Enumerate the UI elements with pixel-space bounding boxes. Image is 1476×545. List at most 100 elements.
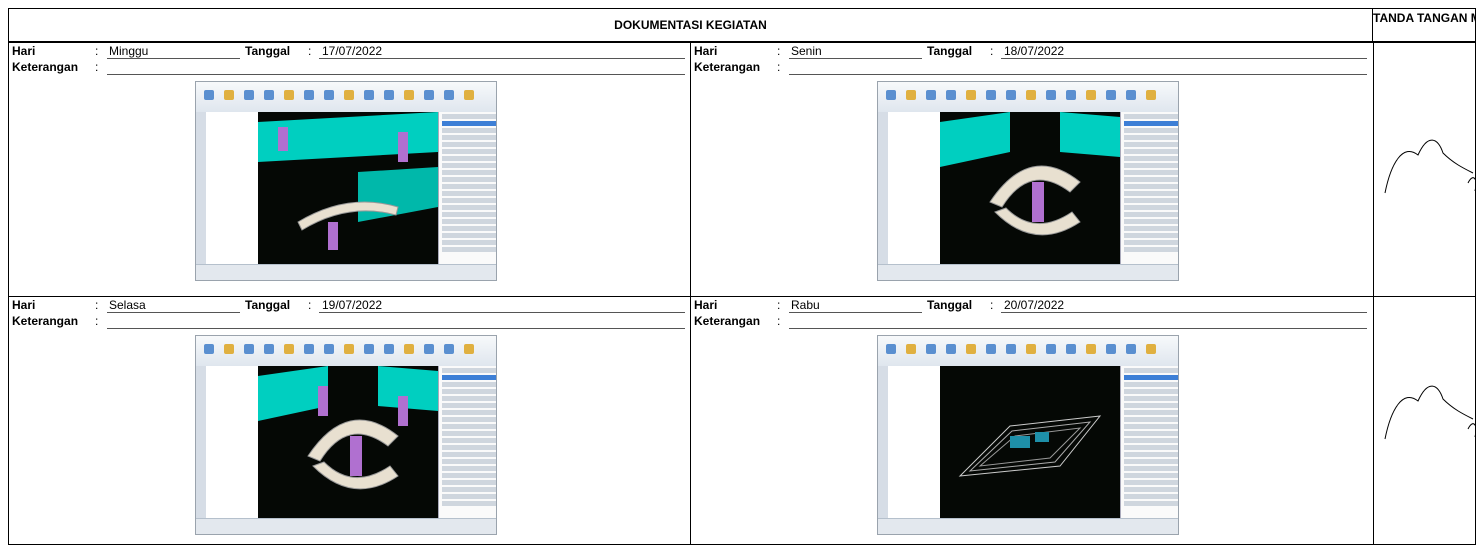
note-label: Keterangan xyxy=(694,314,761,328)
day-value: Minggu xyxy=(109,44,149,58)
date-underline xyxy=(1001,312,1367,313)
attribute-editor-panel xyxy=(1120,112,1178,267)
ribbon-tool-icon xyxy=(1126,90,1136,100)
date-label: Tanggal xyxy=(927,44,973,58)
entry-cell: Hari : Selasa Tanggal : 19/07/2022 Keter… xyxy=(8,296,691,545)
date-value: 20/07/2022 xyxy=(1004,298,1065,312)
ribbon-tool-icon xyxy=(444,90,454,100)
ribbon-tool-icon xyxy=(986,344,996,354)
app-status-bar xyxy=(878,518,1178,534)
ribbon-tool-icon xyxy=(364,344,374,354)
date-label: Tanggal xyxy=(245,44,291,58)
app-sidebar xyxy=(196,112,206,267)
ribbon-tool-icon xyxy=(304,344,314,354)
mentor-signature-cell xyxy=(1373,296,1476,545)
note-label: Keterangan xyxy=(12,60,79,74)
app-sidebar xyxy=(878,366,888,521)
colon: : xyxy=(308,298,312,312)
element-tree-panel xyxy=(888,112,941,267)
date-underline xyxy=(1001,58,1367,59)
day-underline xyxy=(789,58,922,59)
ribbon-tool-icon xyxy=(224,90,234,100)
ribbon-tool-icon xyxy=(424,90,434,100)
document-title: DOKUMENTASI KEGIATAN xyxy=(8,8,1373,42)
ribbon-tool-icon xyxy=(264,90,274,100)
ribbon-tool-icon xyxy=(244,90,254,100)
ribbon-tool-icon xyxy=(926,344,936,354)
documentation-sheet: DOKUMENTASI KEGIATAN TANDA TANGAN MENTOR… xyxy=(0,0,1476,545)
colon: : xyxy=(95,60,99,74)
app-status-bar xyxy=(196,264,496,280)
ribbon-tool-icon xyxy=(1086,90,1096,100)
3d-viewport xyxy=(940,112,1120,267)
ribbon-tool-icon xyxy=(344,344,354,354)
note-underline xyxy=(107,74,685,75)
ribbon-tool-icon xyxy=(1106,90,1116,100)
day-value: Selasa xyxy=(109,298,146,312)
colon: : xyxy=(777,44,781,58)
ribbon-tool-icon xyxy=(284,90,294,100)
ribbon-tool-icon xyxy=(886,344,896,354)
ribbon-tool-icon xyxy=(264,344,274,354)
colon: : xyxy=(95,44,99,58)
ribbon-tool-icon xyxy=(966,344,976,354)
ribbon-tool-icon xyxy=(1006,344,1016,354)
ribbon-tool-icon xyxy=(344,90,354,100)
colon: : xyxy=(990,44,994,58)
date-label: Tanggal xyxy=(245,298,291,312)
app-ribbon xyxy=(878,82,1178,113)
element-tree-panel xyxy=(888,366,941,521)
ribbon-tool-icon xyxy=(444,344,454,354)
element-tree-panel xyxy=(206,366,259,521)
ribbon-tool-icon xyxy=(966,90,976,100)
ribbon-tool-icon xyxy=(1046,90,1056,100)
ribbon-tool-icon xyxy=(906,90,916,100)
colon: : xyxy=(777,60,781,74)
ribbon-tool-icon xyxy=(204,344,214,354)
note-underline xyxy=(789,328,1367,329)
ribbon-tool-icon xyxy=(1146,90,1156,100)
ribbon-tool-icon xyxy=(1066,344,1076,354)
ribbon-tool-icon xyxy=(464,90,474,100)
signature-mark xyxy=(1384,139,1475,194)
app-status-bar xyxy=(878,264,1178,280)
signature-mark xyxy=(1384,385,1475,440)
ribbon-tool-icon xyxy=(946,90,956,100)
ribbon-tool-icon xyxy=(364,90,374,100)
attribute-editor-panel xyxy=(438,112,496,267)
ribbon-tool-icon xyxy=(404,90,414,100)
ribbon-tool-icon xyxy=(1126,344,1136,354)
app-ribbon xyxy=(878,336,1178,367)
ribbon-tool-icon xyxy=(424,344,434,354)
entry-cell: Hari : Senin Tanggal : 18/07/2022 Ketera… xyxy=(690,42,1374,297)
app-ribbon xyxy=(196,82,496,113)
ribbon-tool-icon xyxy=(324,90,334,100)
ribbon-tool-icon xyxy=(906,344,916,354)
day-underline xyxy=(107,312,240,313)
colon: : xyxy=(95,314,99,328)
colon: : xyxy=(95,298,99,312)
ribbon-tool-icon xyxy=(886,90,896,100)
ribbon-tool-icon xyxy=(1106,344,1116,354)
mentor-signature-header: TANDA TANGAN MENTOR xyxy=(1373,8,1476,42)
ribbon-tool-icon xyxy=(464,344,474,354)
day-value: Senin xyxy=(791,44,822,58)
day-underline xyxy=(107,58,240,59)
day-label: Hari xyxy=(12,44,36,58)
note-label: Keterangan xyxy=(12,314,79,328)
attribute-editor-panel xyxy=(1120,366,1178,521)
ribbon-tool-icon xyxy=(284,344,294,354)
note-underline xyxy=(107,328,685,329)
3d-viewport xyxy=(258,366,438,521)
app-status-bar xyxy=(196,518,496,534)
entry-cell: Hari : Rabu Tanggal : 20/07/2022 Keteran… xyxy=(690,296,1374,545)
element-tree-panel xyxy=(206,112,259,267)
ribbon-tool-icon xyxy=(946,344,956,354)
ribbon-tool-icon xyxy=(384,90,394,100)
ribbon-tool-icon xyxy=(404,344,414,354)
day-label: Hari xyxy=(694,298,718,312)
ribbon-tool-icon xyxy=(324,344,334,354)
ribbon-tool-icon xyxy=(224,344,234,354)
day-label: Hari xyxy=(694,44,718,58)
colon: : xyxy=(777,314,781,328)
